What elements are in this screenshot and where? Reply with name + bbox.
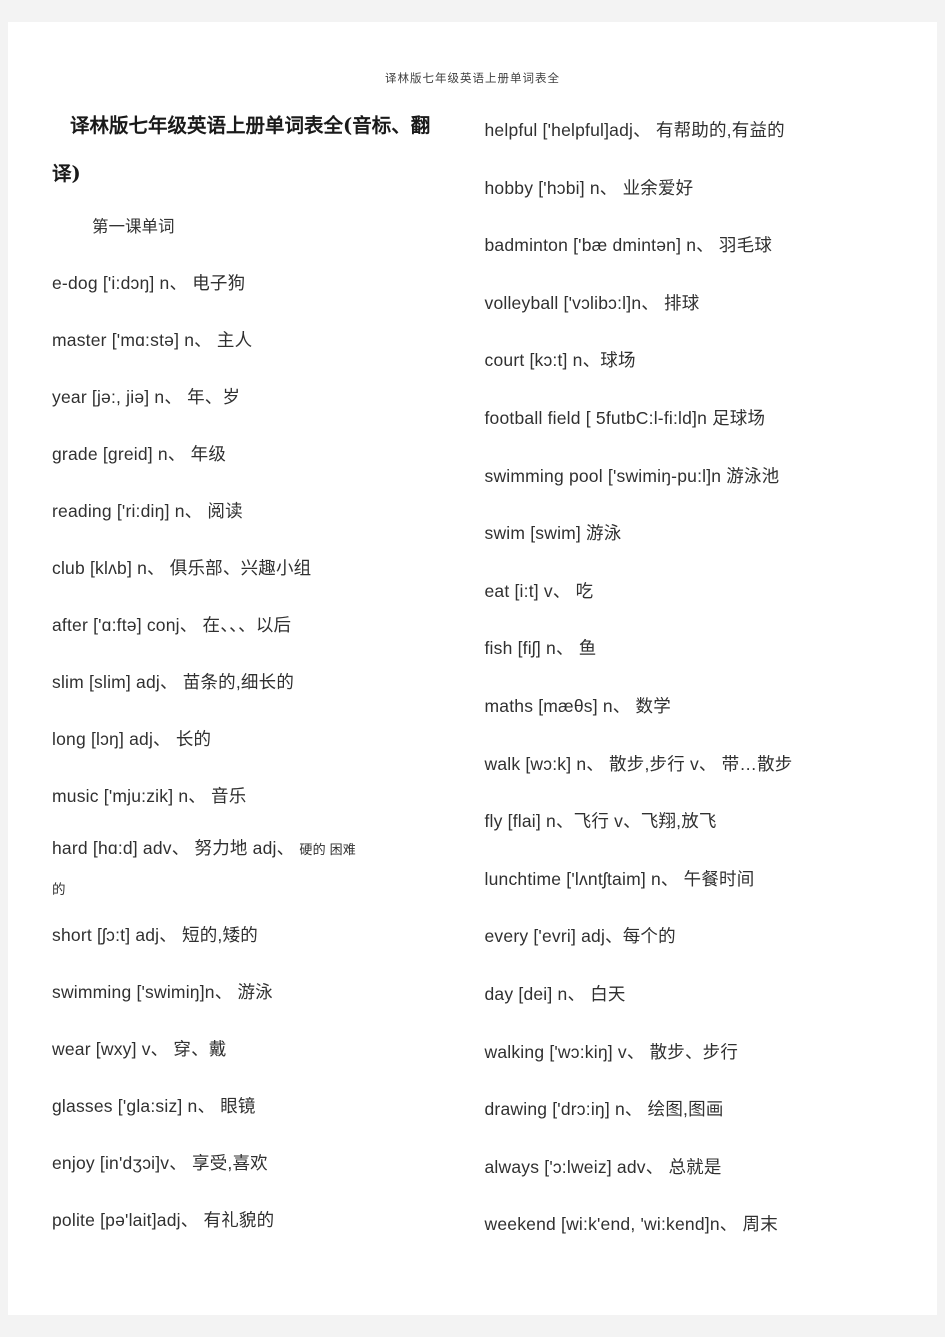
word-entry: weekend [wi:k'end, 'wi:kend]n、 周末 xyxy=(484,1214,778,1235)
word-entry: maths [mæθs] n、 数学 xyxy=(484,695,671,716)
word-entry-hard-main: hard [hɑ:d] adv、 努力地 adj、 xyxy=(52,838,300,858)
word-entry: court [kɔ:t] n、球场 xyxy=(484,350,636,371)
word-entry: volleyball ['vɔlibɔ:l]n、 排球 xyxy=(484,292,700,313)
word-entry: year [jə:, jiə] n、 年、岁 xyxy=(52,387,241,407)
word-entry: drawing ['drɔ:iŋ] n、 绘图,图画 xyxy=(484,1099,724,1120)
word-entry: club [klʌb] n、 俱乐部、兴趣小组 xyxy=(52,558,312,578)
word-entry: swim [swim] 游泳 xyxy=(484,523,622,544)
word-entry: polite [pə'lait]adj、 有礼貌的 xyxy=(52,1210,275,1230)
word-entry: helpful ['helpful]adj、 有帮助的,有益的 xyxy=(484,120,785,140)
word-entry-hard: hard [hɑ:d] adv、 努力地 adj、 硬的 困难 xyxy=(52,825,459,873)
word-entry: master ['mɑ:stə] n、 主人 xyxy=(52,330,253,350)
word-entry: short [ʃɔ:t] adj、 短的,矮的 xyxy=(52,925,258,945)
word-entry: always ['ɔ:lweiz] adv、 总就是 xyxy=(484,1156,722,1177)
word-entry: hobby ['hɔbi] n、 业余爱好 xyxy=(484,177,694,198)
section-heading: 第一课单词 xyxy=(92,217,175,236)
word-entry: wear [wxy] v、 穿、戴 xyxy=(52,1039,227,1059)
word-entry: slim [slim] adj、 苗条的,细长的 xyxy=(52,672,295,692)
left-column: 译林版七年级英语上册单词表全(音标、翻译) 第一课单词 e-dog ['i:dɔ… xyxy=(52,102,473,1254)
word-entry: football field [ 5futbC:l-fi:ld]n 足球场 xyxy=(484,407,766,428)
word-entry: every ['evri] adj、每个的 xyxy=(484,926,676,947)
word-entry: badminton ['bæ dmintən] n、 羽毛球 xyxy=(484,235,773,256)
word-entry: music ['mju:zik] n、 音乐 xyxy=(52,786,247,806)
word-entry: enjoy [in'dʒɔi]v、 享受,喜欢 xyxy=(52,1153,268,1173)
word-entry: fish [fiʃ] n、 鱼 xyxy=(484,638,597,659)
word-entry: walk [wɔ:k] n、 散步,步行 v、 带…散步 xyxy=(484,753,793,774)
document-page: 译林版七年级英语上册单词表全 译林版七年级英语上册单词表全(音标、翻译) 第一课… xyxy=(8,22,937,1315)
word-entry: after ['ɑ:ftə] conj、 在、、、以后 xyxy=(52,615,292,635)
word-entry: e-dog ['i:dɔŋ] n、 电子狗 xyxy=(52,273,246,293)
word-entry: fly [flai] n、飞行 v、飞翔,放飞 xyxy=(484,811,717,832)
two-column-body: 译林版七年级英语上册单词表全(音标、翻译) 第一课单词 e-dog ['i:dɔ… xyxy=(8,92,937,1254)
word-entry: long [lɔŋ] adj、 长的 xyxy=(52,729,212,749)
right-column: helpful ['helpful]adj、 有帮助的,有益的 hobby ['… xyxy=(473,102,894,1254)
word-entry-hard-continuation: 的 xyxy=(52,882,66,897)
running-header: 译林版七年级英语上册单词表全 xyxy=(385,71,560,85)
word-entry: eat [i:t] v、 吃 xyxy=(484,580,594,601)
word-entry-hard-tail: 硬的 困难 xyxy=(299,842,357,857)
word-entry: swimming pool ['swimiŋ-pu:l]n 游泳池 xyxy=(484,465,780,486)
word-entry: walking ['wɔ:kiŋ] v、 散步、步行 xyxy=(484,1041,739,1062)
word-entry: lunchtime ['lʌntʃtaim] n、 午餐时间 xyxy=(484,868,755,889)
word-entry: reading ['ri:diŋ] n、 阅读 xyxy=(52,501,243,521)
word-entry: glasses ['gla:siz] n、 眼镜 xyxy=(52,1096,256,1116)
word-entry: day [dei] n、 白天 xyxy=(484,983,626,1004)
word-entry: grade [greid] n、 年级 xyxy=(52,444,227,464)
word-entry: swimming ['swimiŋ]n、 游泳 xyxy=(52,982,273,1002)
page-title: 译林版七年级英语上册单词表全(音标、翻译) xyxy=(52,114,431,185)
